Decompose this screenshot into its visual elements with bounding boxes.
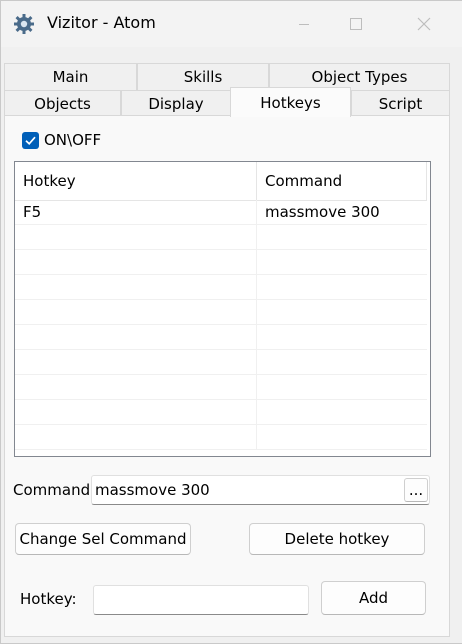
table-row-empty [15, 300, 427, 325]
on-off-checkbox[interactable] [22, 132, 39, 149]
title-bar: Vizitor - Atom [1, 1, 462, 47]
on-off-label: ON\OFF [44, 131, 102, 149]
tab-hotkeys[interactable]: Hotkeys [230, 87, 351, 117]
table-row-empty [15, 375, 427, 400]
tab-objects[interactable]: Objects [4, 90, 121, 116]
tab-script[interactable]: Script [351, 90, 450, 116]
change-sel-command-button[interactable]: Change Sel Command [15, 523, 191, 555]
delete-hotkey-button[interactable]: Delete hotkey [249, 523, 425, 555]
add-button[interactable]: Add [321, 581, 426, 615]
command-label: Command: [13, 481, 96, 499]
hotkey-input[interactable] [93, 585, 309, 615]
maximize-button[interactable] [333, 1, 379, 47]
app-window: Vizitor - Atom Main Skills Object Types … [0, 0, 462, 644]
minimize-button[interactable] [281, 1, 327, 47]
column-header-hotkey[interactable]: Hotkey [15, 162, 257, 200]
empty-cell [15, 350, 257, 375]
checkmark-icon [25, 136, 36, 146]
table-header: Hotkey Command [15, 162, 427, 201]
table-row-empty [15, 325, 427, 350]
empty-cell [15, 400, 257, 425]
command-cell: massmove 300 [265, 203, 380, 221]
table-row-empty [15, 350, 427, 375]
table-row-empty [15, 425, 427, 450]
empty-cell [15, 250, 257, 275]
command-input[interactable]: massmove 300 [91, 475, 430, 505]
hotkey-label: Hotkey: [20, 590, 77, 608]
empty-cell [15, 375, 257, 400]
tab-skills[interactable]: Skills [137, 63, 269, 90]
table-row-empty [15, 400, 427, 425]
gear-app-icon [13, 13, 35, 35]
tab-object-types[interactable]: Object Types [269, 63, 450, 90]
column-header-command[interactable]: Command [257, 162, 427, 200]
tab-main[interactable]: Main [4, 63, 137, 90]
close-icon [417, 17, 431, 31]
hotkey-table[interactable]: Hotkey Command F5 massmove 300 [14, 161, 431, 457]
minimize-icon [299, 23, 309, 25]
empty-cell [15, 425, 257, 450]
browse-command-button[interactable]: ... [404, 478, 428, 502]
tab-display[interactable]: Display [121, 90, 231, 116]
table-row-empty [15, 225, 427, 250]
empty-cell [15, 300, 257, 325]
table-row-empty [15, 250, 427, 275]
table-row[interactable]: F5 massmove 300 [15, 200, 427, 225]
close-button[interactable] [401, 1, 447, 47]
empty-cell [15, 275, 257, 300]
empty-cell [15, 325, 257, 350]
hotkey-cell: F5 [15, 200, 257, 225]
table-row-empty [15, 275, 427, 300]
empty-cell [15, 225, 257, 250]
window-title: Vizitor - Atom [47, 13, 156, 32]
maximize-icon [350, 18, 362, 30]
